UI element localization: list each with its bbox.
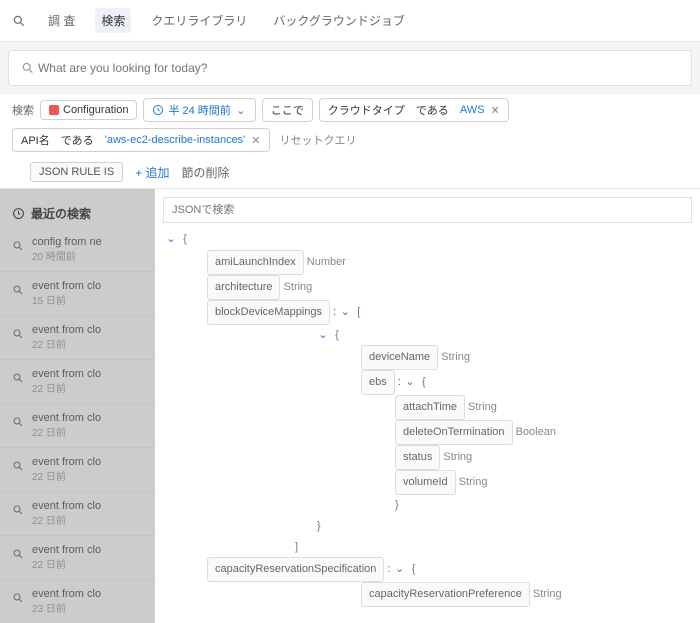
pill-timerange[interactable]: 半 24 時間前 ⌄ bbox=[143, 98, 255, 122]
sub-filter-row: JSON RULE IS + 追加 節の削除 bbox=[0, 156, 700, 189]
recent-name: event from clo bbox=[32, 500, 101, 512]
json-search-input[interactable] bbox=[163, 197, 692, 223]
pill-configuration[interactable]: Configuration bbox=[40, 100, 137, 120]
global-search[interactable] bbox=[8, 50, 692, 86]
filter-label: 検索 bbox=[12, 102, 34, 118]
recent-time: 22 日前 bbox=[32, 512, 101, 527]
chevron-down-icon[interactable]: ⌄ bbox=[394, 559, 406, 580]
search-icon bbox=[21, 61, 35, 75]
recent-time: 22 日前 bbox=[32, 424, 101, 439]
recent-name: event from clo bbox=[32, 324, 101, 336]
recent-time: 22 日前 bbox=[32, 380, 101, 395]
pill-here[interactable]: ここで bbox=[262, 98, 313, 122]
search-icon bbox=[12, 238, 24, 252]
recent-time: 22 日前 bbox=[32, 468, 101, 483]
recent-search-item[interactable]: event from clo23 日前 bbox=[0, 580, 155, 623]
add-clause[interactable]: + 追加 bbox=[135, 164, 169, 181]
json-tree-panel: ⌄ { amiLaunchIndex Number architecture S… bbox=[155, 189, 700, 623]
key-architecture[interactable]: architecture bbox=[207, 275, 280, 300]
key-ebs[interactable]: ebs bbox=[361, 370, 395, 395]
recent-time: 22 日前 bbox=[32, 336, 101, 351]
search-icon bbox=[12, 414, 24, 428]
recent-name: event from clo bbox=[32, 412, 101, 424]
recent-search-item[interactable]: config from ne20 時間前 bbox=[0, 228, 155, 272]
search-icon bbox=[12, 546, 24, 560]
search-icon bbox=[12, 502, 24, 516]
close-icon[interactable]: ✕ bbox=[490, 104, 499, 117]
sidebar-title: 最近の検索 bbox=[0, 199, 155, 228]
key-capacityReservationSpecification[interactable]: capacityReservationSpecification bbox=[207, 557, 384, 582]
search-input[interactable] bbox=[38, 61, 679, 75]
tab-investigate[interactable]: 調 査 bbox=[42, 8, 81, 33]
json-tree: ⌄ { amiLaunchIndex Number architecture S… bbox=[163, 223, 692, 623]
recent-name: event from clo bbox=[32, 280, 101, 292]
close-icon[interactable]: ✕ bbox=[251, 134, 260, 147]
recent-name: event from clo bbox=[32, 544, 101, 556]
json-rule-pill[interactable]: JSON RULE IS bbox=[30, 162, 123, 182]
chevron-down-icon[interactable]: ⌄ bbox=[165, 229, 177, 250]
search-icon bbox=[12, 370, 24, 384]
recent-search-item[interactable]: event from clo22 日前 bbox=[0, 536, 155, 580]
config-icon bbox=[49, 105, 59, 115]
delete-clause[interactable]: 節の削除 bbox=[182, 164, 230, 181]
recent-search-item[interactable]: event from clo22 日前 bbox=[0, 404, 155, 448]
tab-query-library[interactable]: クエリライブラリ bbox=[145, 8, 253, 33]
filter-row: 検索 Configuration 半 24 時間前 ⌄ ここで クラウドタイプ … bbox=[0, 94, 700, 156]
pill-apiname[interactable]: API名 である 'aws-ec2-describe-instances' ✕ bbox=[12, 128, 270, 152]
key-amiLaunchIndex[interactable]: amiLaunchIndex bbox=[207, 250, 304, 275]
recent-time: 23 日前 bbox=[32, 600, 101, 615]
recent-name: config from ne bbox=[32, 236, 102, 248]
recent-search-item[interactable]: event from clo22 日前 bbox=[0, 360, 155, 404]
recent-search-item[interactable]: event from clo15 日前 bbox=[0, 272, 155, 316]
recent-time: 15 日前 bbox=[32, 292, 101, 307]
recent-search-item[interactable]: event from clo22 日前 bbox=[0, 492, 155, 536]
search-icon bbox=[12, 590, 24, 604]
recent-search-item[interactable]: event from clo22 日前 bbox=[0, 448, 155, 492]
tab-background-jobs[interactable]: バックグラウンドジョブ bbox=[267, 8, 411, 33]
recent-name: event from clo bbox=[32, 368, 101, 380]
sidebar-recent: 最近の検索 config from ne20 時間前event from clo… bbox=[0, 189, 155, 623]
key-capacityReservationPreference[interactable]: capacityReservationPreference bbox=[361, 582, 530, 607]
chevron-down-icon[interactable]: ⌄ bbox=[317, 325, 329, 346]
clock-icon bbox=[12, 207, 25, 220]
main-area: 最近の検索 config from ne20 時間前event from clo… bbox=[0, 189, 700, 623]
key-attachTime[interactable]: attachTime bbox=[395, 395, 465, 420]
key-status[interactable]: status bbox=[395, 445, 440, 470]
pill-cloudtype[interactable]: クラウドタイプ である AWS ✕ bbox=[319, 98, 509, 122]
chevron-down-icon: ⌄ bbox=[235, 104, 247, 117]
chevron-down-icon[interactable]: ⌄ bbox=[339, 302, 351, 323]
key-volumeId[interactable]: volumeId bbox=[395, 470, 456, 495]
recent-name: event from clo bbox=[32, 588, 101, 600]
key-deviceName[interactable]: deviceName bbox=[361, 345, 438, 370]
key-deleteOnTermination[interactable]: deleteOnTermination bbox=[395, 420, 513, 445]
recent-time: 20 時間前 bbox=[32, 248, 102, 263]
reset-query[interactable]: リセットクエリ bbox=[280, 132, 357, 148]
investigate-icon[interactable] bbox=[12, 14, 28, 28]
recent-name: event from clo bbox=[32, 456, 101, 468]
top-tabs: 調 査 検索 クエリライブラリ バックグラウンドジョブ bbox=[0, 0, 700, 42]
recent-search-item[interactable]: event from clo22 日前 bbox=[0, 316, 155, 360]
key-blockDeviceMappings[interactable]: blockDeviceMappings bbox=[207, 300, 330, 325]
clock-icon bbox=[152, 104, 164, 116]
chevron-down-icon[interactable]: ⌄ bbox=[404, 372, 416, 393]
search-icon bbox=[12, 282, 24, 296]
search-icon bbox=[12, 458, 24, 472]
search-icon bbox=[12, 326, 24, 340]
tab-search[interactable]: 検索 bbox=[95, 8, 131, 33]
